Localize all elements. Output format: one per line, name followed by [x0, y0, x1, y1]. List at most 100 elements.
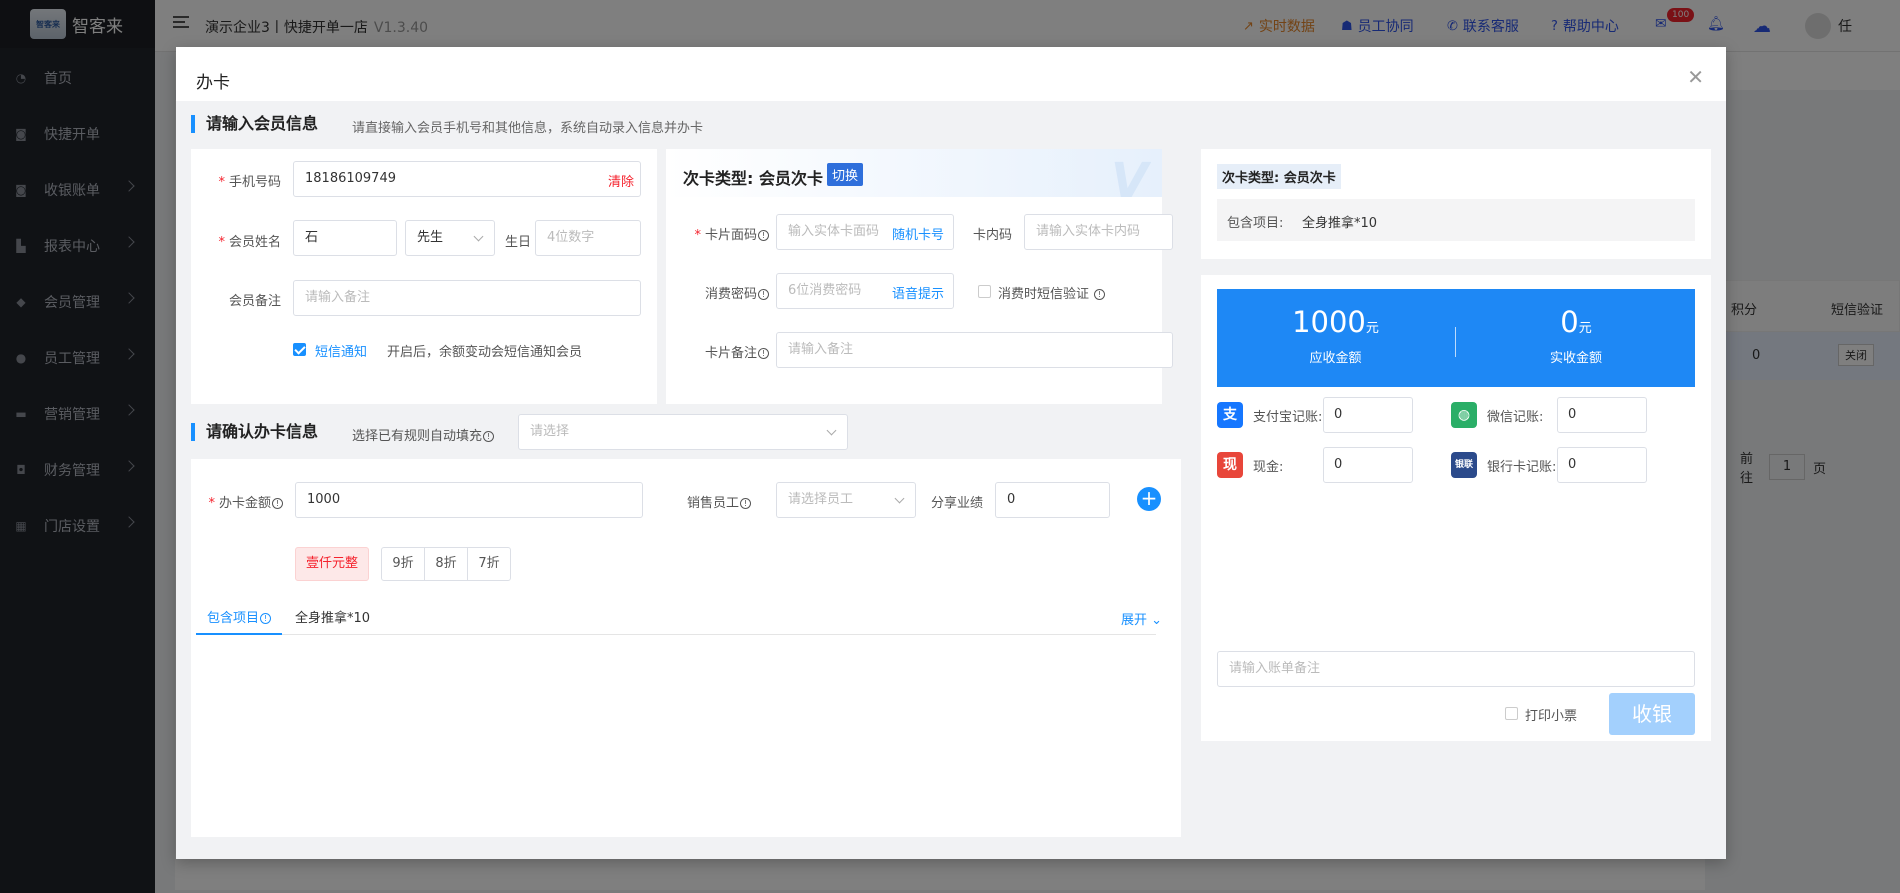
remark-label: 会员备注 — [228, 294, 281, 309]
card-remark-label: 卡片备注! — [671, 342, 769, 361]
remark-input[interactable]: 请输入备注 — [293, 280, 641, 316]
add-staff-button[interactable]: + — [1137, 487, 1161, 511]
alipay-icon: 支 — [1217, 402, 1243, 428]
discount-8-button[interactable]: 8折 — [424, 547, 468, 581]
cash-input[interactable]: 0 — [1323, 447, 1413, 483]
pwd-placeholder: 6位消费密码 — [788, 283, 862, 298]
wechat-row: ◍ 微信记账: 0 — [1451, 397, 1647, 433]
info-icon: ! — [758, 289, 769, 300]
discount-9-button[interactable]: 9折 — [381, 547, 425, 581]
card-remark-label-text: 卡片备注 — [704, 346, 757, 361]
expand-label: 展开 — [1121, 613, 1148, 628]
birthday-placeholder: 4位数字 — [547, 230, 595, 245]
birthday-label: 生日 — [504, 235, 531, 250]
random-number-button[interactable]: 随机卡号 — [892, 224, 944, 243]
receivable-amount: 1000元 — [1217, 305, 1454, 339]
face-no-placeholder: 输入实体卡面码 — [788, 224, 880, 239]
wechat-icon: ◍ — [1451, 402, 1477, 428]
member-info-panel: * 手机号码 18186109749 清除 * 会员姓名 石 先生 生日 4位数字 … — [191, 149, 657, 404]
unionpay-icon: 银联 — [1451, 452, 1477, 478]
info-icon: ! — [483, 431, 495, 442]
wechat-label: 微信记账: — [1487, 409, 1544, 425]
received-amount: 0元 — [1457, 305, 1695, 339]
open-card-dialog: 办卡 ✕ 请输入会员信息 请直接输入会员手机号和其他信息，系统自动录入信息并办卡… — [176, 47, 1726, 859]
pwd-label: 消费密码! — [671, 283, 769, 302]
inner-no-label: 卡内码 — [972, 228, 1012, 243]
member-section-hint: 请直接输入会员手机号和其他信息，系统自动录入信息并办卡 — [352, 121, 704, 136]
rule-select[interactable]: 请选择 — [518, 414, 848, 450]
info-icon: ! — [260, 613, 271, 624]
amount-summary-box: 1000元 应收金额 0元 实收金额 — [1217, 289, 1695, 387]
close-icon[interactable]: ✕ — [1687, 65, 1704, 89]
confirm-section-title: 请确认办卡信息 — [191, 423, 318, 441]
amount-label: * 办卡金额! — [191, 492, 283, 511]
included-item: 全身推拿*10 — [295, 611, 371, 626]
checkout-panel: 1000元 应收金额 0元 实收金额 支 支付宝记账: 0 ◍ 微信记账: 0 … — [1201, 275, 1711, 741]
amount-value: 1000 — [307, 492, 341, 507]
face-no-label-text: 卡片面码 — [704, 228, 757, 243]
print-receipt-checkbox[interactable] — [1505, 707, 1518, 720]
sms-verify-checkbox[interactable] — [978, 285, 991, 298]
gender-select[interactable]: 先生 — [405, 220, 495, 256]
card-type-panel: V 次卡类型: 会员次卡 切换 * 卡片面码! 输入实体卡面码 随机卡号 卡内码 … — [666, 149, 1173, 404]
received-unit: 元 — [1578, 321, 1592, 336]
name-label: * 会员姓名 — [218, 235, 281, 250]
bank-row: 银联 银行卡记账: 0 — [1451, 447, 1647, 483]
bank-label: 银行卡记账: — [1487, 459, 1557, 475]
alipay-input[interactable]: 0 — [1323, 397, 1413, 433]
summary-items-box: 包含项目: 全身推拿*10 — [1217, 199, 1695, 241]
staff-label-text: 销售员工 — [686, 496, 739, 511]
birthday-input[interactable]: 4位数字 — [535, 220, 641, 256]
sms-verify-label: 消费时短信验证 ! — [998, 283, 1106, 302]
cash-row: 现 现金: 0 — [1217, 447, 1413, 483]
name-value: 石 — [305, 230, 319, 245]
amount-label-text: 办卡金额 — [218, 496, 271, 511]
alipay-row: 支 支付宝记账: 0 — [1217, 397, 1413, 433]
sms-notify-label[interactable]: 短信通知 — [315, 341, 367, 360]
voice-prompt-button[interactable]: 语音提示 — [892, 283, 944, 302]
amount-input[interactable]: 1000 — [295, 482, 643, 518]
checkout-submit-button[interactable]: 收银 — [1609, 693, 1695, 735]
inner-no-placeholder: 请输入实体卡内码 — [1036, 224, 1141, 239]
bank-input[interactable]: 0 — [1557, 447, 1647, 483]
tab-included-items[interactable]: 包含项目! — [196, 607, 282, 635]
gender-value: 先生 — [417, 230, 444, 245]
pwd-label-text: 消费密码 — [704, 287, 757, 302]
received-label: 实收金额 — [1549, 351, 1602, 366]
name-input[interactable]: 石 — [293, 220, 397, 256]
received-value: 0 — [1560, 305, 1579, 339]
rule-label: 选择已有规则自动填充! — [352, 425, 495, 444]
staff-select[interactable]: 请选择员工 — [776, 482, 916, 518]
cash-icon: 现 — [1217, 452, 1243, 478]
sms-verify-text: 消费时短信验证 — [998, 287, 1090, 302]
summary-items-label: 包含项目: — [1227, 216, 1284, 231]
dialog-body: 请输入会员信息 请直接输入会员手机号和其他信息，系统自动录入信息并办卡 * 手机号… — [176, 101, 1726, 859]
inner-no-input[interactable]: 请输入实体卡内码 — [1024, 214, 1173, 250]
card-type-title: 次卡类型: 会员次卡 — [683, 169, 823, 188]
card-remark-placeholder: 请输入备注 — [788, 342, 854, 357]
face-no-label: * 卡片面码! — [671, 224, 769, 243]
dialog-title: 办卡 — [196, 73, 230, 93]
tab-label: 包含项目 — [206, 611, 259, 626]
summary-panel: 次卡类型: 会员次卡 包含项目: 全身推拿*10 — [1201, 149, 1711, 259]
share-input[interactable]: 0 — [995, 482, 1110, 518]
staff-label: 销售员工! — [669, 492, 751, 511]
receivable-label: 应收金额 — [1309, 351, 1362, 366]
watermark-v-icon: V — [1111, 153, 1149, 209]
discount-7-button[interactable]: 7折 — [467, 547, 511, 581]
bill-remark-input[interactable]: 请输入账单备注 — [1217, 651, 1695, 687]
expand-button[interactable]: 展开 ⌄ — [1121, 609, 1162, 628]
confirm-panel: * 办卡金额! 1000 销售员工! 请选择员工 分享业绩 0 + 壹仟元整 9折… — [191, 459, 1181, 837]
phone-input[interactable]: 18186109749 — [293, 161, 641, 197]
receivable-value: 1000 — [1292, 305, 1366, 339]
share-value: 0 — [1007, 492, 1016, 507]
card-remark-input[interactable]: 请输入备注 — [776, 332, 1173, 368]
alipay-label: 支付宝记账: — [1253, 409, 1323, 425]
phone-label-text: 手机号码 — [228, 175, 281, 190]
tabs-divider — [196, 634, 1156, 635]
wechat-input[interactable]: 0 — [1557, 397, 1647, 433]
clear-button[interactable]: 清除 — [608, 171, 634, 190]
switch-button[interactable]: 切换 — [827, 163, 864, 186]
name-label-text: 会员姓名 — [228, 235, 281, 250]
sms-notify-checkbox[interactable] — [293, 343, 306, 356]
